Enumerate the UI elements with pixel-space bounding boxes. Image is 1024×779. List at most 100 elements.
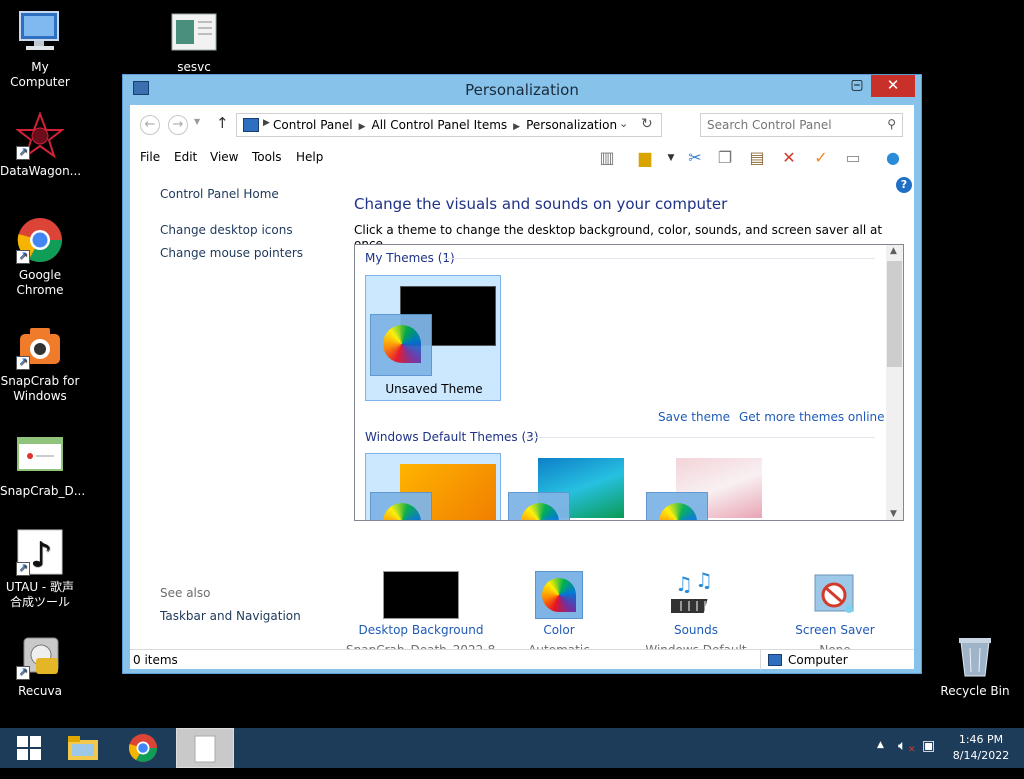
menu-bar: File Edit View Tools Help ▥ ▆ ▼ ✂ ❐ ▤ ✕ … — [130, 143, 914, 193]
speaker-muted-icon[interactable]: 🔈︎ — [898, 738, 906, 754]
desktop-icon-utau[interactable]: ♪ UTAU - 歌声合成ツール — [0, 528, 80, 610]
clock[interactable]: 1:46 PM 8/14/2022 — [948, 732, 1014, 764]
desktop-background-link[interactable]: Desktop Background — [346, 623, 496, 637]
shell-icon[interactable]: ● — [882, 147, 904, 169]
color-swatch — [646, 492, 708, 520]
divider — [525, 437, 875, 438]
show-hidden-icons-chevron-icon[interactable]: ▲ — [877, 740, 884, 750]
see-also-label: See also — [160, 586, 211, 600]
help-icon[interactable]: ? — [896, 177, 912, 193]
image-file-icon — [16, 432, 64, 480]
svg-text:♫: ♫ — [695, 571, 713, 592]
cut-icon[interactable]: ✂ — [684, 147, 706, 169]
layout-icon[interactable]: ▥ — [596, 147, 618, 169]
menu-file[interactable]: File — [140, 150, 160, 164]
shortcut-arrow-icon — [16, 144, 30, 160]
scroll-down-icon[interactable]: ▼ — [890, 509, 897, 519]
desktop-icon-sesvc[interactable]: sesvc — [154, 8, 234, 75]
link-taskbar-navigation[interactable]: Taskbar and Navigation — [160, 609, 301, 623]
desktop-icon-google-chrome[interactable]: Google Chrome — [0, 216, 80, 298]
copy-icon[interactable]: ❐ — [714, 147, 736, 169]
start-button[interactable] — [0, 728, 58, 768]
desktop-icon-snapcrab-death[interactable]: SnapCrab_D... — [0, 432, 85, 499]
color-item[interactable]: Color Automatic — [484, 571, 634, 657]
theme-windows[interactable] — [365, 453, 501, 520]
desktop-icon-recuva[interactable]: Recuva — [0, 632, 80, 699]
scroll-up-icon[interactable]: ▲ — [890, 246, 897, 256]
theme-flowers[interactable] — [641, 453, 777, 520]
desktop-background-item[interactable]: Desktop Background SnapCrab_Death_2022-8… — [346, 571, 496, 657]
windows-logo-icon — [17, 736, 41, 760]
sounds-item[interactable]: ♫♫ Sounds Windows Default — [621, 568, 771, 657]
link-change-mouse-pointers[interactable]: Change mouse pointers — [160, 246, 303, 260]
arrow-right-icon: → — [172, 117, 184, 132]
document-icon — [170, 8, 218, 56]
color-swatch — [370, 314, 432, 376]
menu-edit[interactable]: Edit — [174, 150, 197, 164]
menu-tools[interactable]: Tools — [252, 150, 282, 164]
status-item-count: 0 items — [133, 653, 178, 667]
color-fan-icon — [659, 503, 697, 520]
link-change-desktop-icons[interactable]: Change desktop icons — [160, 223, 293, 237]
status-divider — [760, 650, 761, 670]
svg-text:♫: ♫ — [675, 572, 693, 596]
address-bar[interactable]: ▶ Control Panel ▶ All Control Panel Items ▶… — [236, 113, 662, 137]
breadcrumb: Control Panel ▶ All Control Panel Items ▶ Pe… — [273, 118, 623, 132]
back-button[interactable]: ← — [140, 115, 160, 135]
color-link[interactable]: Color — [484, 623, 634, 637]
color-swatch — [508, 492, 570, 520]
recent-locations-dropdown[interactable]: ▼ — [194, 117, 200, 126]
arrow-left-icon: ← — [144, 117, 156, 132]
desktop-icon-recycle-bin[interactable]: Recycle Bin — [935, 632, 1015, 699]
menu-help[interactable]: Help — [296, 150, 323, 164]
title-bar[interactable]: Personalization – ▢ ✕ — [123, 75, 921, 105]
save-theme-link[interactable]: Save theme — [658, 410, 730, 424]
chevron-down-icon[interactable]: ▼ — [660, 147, 682, 169]
refresh-icon[interactable]: ↻ — [641, 116, 653, 132]
screen-saver-item[interactable]: Screen Saver None — [760, 571, 910, 657]
maximize-button[interactable]: ▢ — [845, 75, 869, 97]
taskbar-personalization[interactable] — [176, 728, 234, 768]
theme-lines-and-colors[interactable] — [503, 453, 639, 520]
scroll-thumb[interactable] — [887, 261, 902, 367]
up-button[interactable]: ↑ — [216, 114, 229, 132]
vertical-scrollbar[interactable]: ▲ ▼ — [886, 245, 903, 520]
sounds-link[interactable]: Sounds — [621, 623, 771, 637]
folder-icon[interactable]: ▆ — [634, 147, 656, 169]
screen-saver-link[interactable]: Screen Saver — [760, 623, 910, 637]
search-input[interactable] — [707, 117, 877, 133]
get-more-themes-link[interactable]: Get more themes online — [739, 410, 885, 424]
search-icon[interactable]: ⚲ — [887, 117, 896, 131]
breadcrumb-all-items[interactable]: All Control Panel Items — [372, 118, 508, 132]
network-icon[interactable]: ▣ — [922, 738, 935, 754]
clock-time: 1:46 PM — [958, 733, 1004, 746]
desktop-background-thumbnail — [383, 571, 459, 619]
menu-view[interactable]: View — [210, 150, 238, 164]
link-control-panel-home[interactable]: Control Panel Home — [160, 187, 279, 201]
properties-icon[interactable]: ▭ — [842, 147, 864, 169]
address-dropdown-chevron-icon[interactable]: ⌄ — [619, 117, 628, 130]
close-button[interactable]: ✕ — [871, 75, 915, 97]
breadcrumb-personalization[interactable]: Personalization — [526, 118, 617, 132]
shortcut-arrow-icon — [16, 354, 30, 370]
desktop-icon-snapcrab[interactable]: SnapCrab for Windows — [0, 322, 80, 404]
divider — [443, 258, 875, 259]
delete-icon[interactable]: ✕ — [778, 147, 800, 169]
taskbar-file-explorer[interactable] — [54, 728, 112, 768]
mute-x-icon: ✕ — [908, 745, 916, 755]
my-themes-header: My Themes (1) — [365, 251, 455, 265]
paste-icon[interactable]: ▤ — [746, 147, 768, 169]
shortcut-arrow-icon — [16, 560, 30, 576]
shortcut-arrow-icon — [16, 248, 30, 264]
taskbar-chrome[interactable] — [114, 728, 172, 768]
breadcrumb-control-panel[interactable]: Control Panel — [273, 118, 353, 132]
color-fan-icon — [383, 503, 421, 520]
forward-button[interactable]: → — [168, 115, 188, 135]
desktop-icon-my-computer[interactable]: My Computer — [0, 8, 80, 90]
color-swatch — [370, 492, 432, 520]
checkmark-icon[interactable]: ✓ — [810, 147, 832, 169]
desktop-icon-datawagon[interactable]: DataWagon... — [0, 111, 81, 179]
chrome-icon — [16, 216, 64, 264]
chevron-right-icon: ▶ — [263, 118, 270, 128]
theme-unsaved[interactable]: Unsaved Theme — [365, 275, 501, 401]
